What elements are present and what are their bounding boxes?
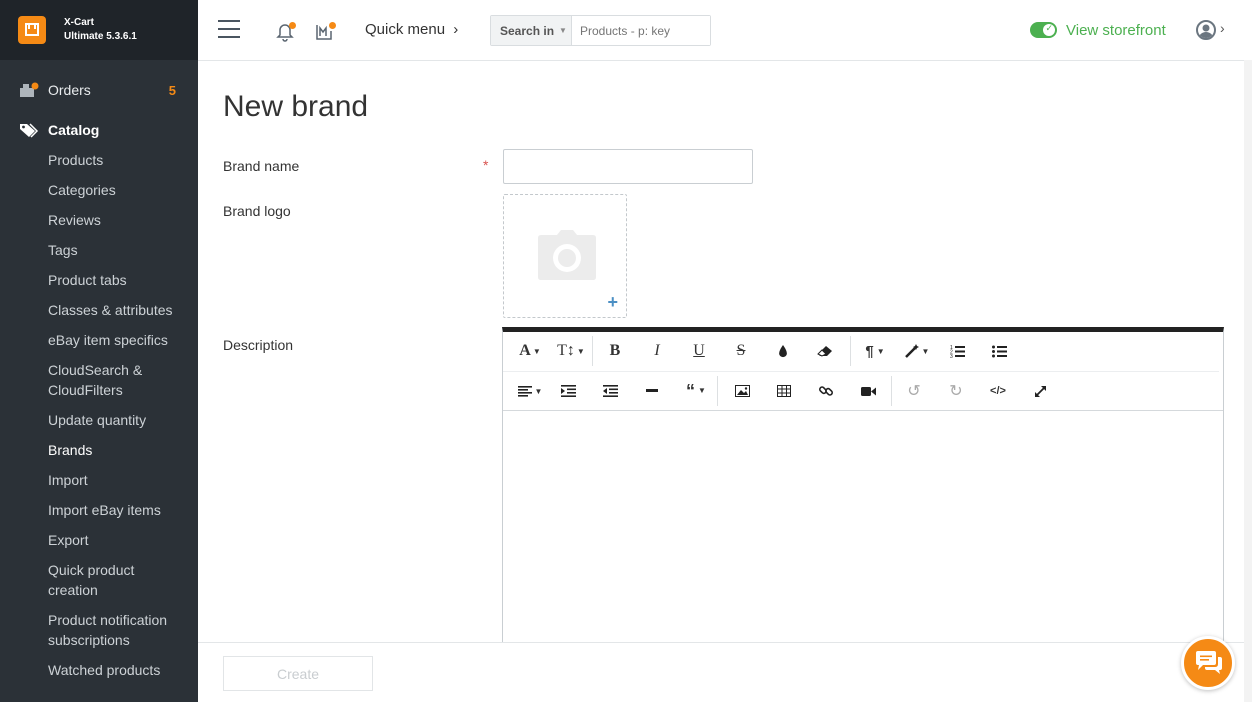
sidebar-item-brands[interactable]: Brands <box>48 440 188 460</box>
notification-bell-icon[interactable] <box>274 20 296 42</box>
sidebar-item-export[interactable]: Export <box>48 530 188 550</box>
sidebar-item-cloudsearch[interactable]: CloudSearch & CloudFilters <box>48 360 158 400</box>
quick-menu-label: Quick menu <box>365 21 446 38</box>
horizontal-rule-icon[interactable] <box>637 378 667 404</box>
eraser-icon[interactable] <box>810 338 840 364</box>
underline-icon[interactable]: U <box>684 338 714 364</box>
description-editor-area[interactable] <box>503 411 1223 641</box>
redo-icon[interactable]: ↻ <box>941 378 971 404</box>
store-updates-icon[interactable] <box>314 20 336 42</box>
xcart-logo-icon[interactable] <box>18 16 46 44</box>
insert-video-icon[interactable] <box>853 378 883 404</box>
app-version-number: Ultimate 5.3.6.1 <box>64 31 137 42</box>
top-header: Quick menu › Search in ▼ ✓ View storefro… <box>198 0 1252 61</box>
create-button[interactable]: Create <box>223 656 373 691</box>
app-name: X-Cart <box>64 17 95 28</box>
sidebar-item-products[interactable]: Products <box>48 150 188 170</box>
insert-link-icon[interactable] <box>811 378 841 404</box>
sidebar-item-import-ebay-items[interactable]: Import eBay items <box>48 500 188 520</box>
bold-icon[interactable]: B <box>600 338 630 364</box>
orders-count-badge: 5 <box>168 82 176 98</box>
font-size-icon[interactable]: T↕ ▼ <box>553 338 589 364</box>
user-avatar-icon[interactable] <box>1196 20 1216 40</box>
brand-logo-label: Brand logo <box>223 203 291 219</box>
description-editor: A ▼ T↕ ▼ B I U S ¶ ▼ ▼ 123 ▼ “▼ ↺ ↻ </> <box>502 327 1224 647</box>
insert-image-icon[interactable] <box>727 378 757 404</box>
paragraph-icon[interactable]: ¶ ▼ <box>858 338 892 364</box>
sidebar-item-classes-attributes[interactable]: Classes & attributes <box>48 300 188 320</box>
quick-menu-button[interactable]: Quick menu › <box>365 21 458 38</box>
svg-text:3: 3 <box>950 354 953 358</box>
sidebar-item-reviews[interactable]: Reviews <box>48 210 188 230</box>
live-chat-button[interactable] <box>1181 636 1235 690</box>
page-title: New brand <box>223 90 369 123</box>
fullscreen-icon[interactable] <box>1025 378 1055 404</box>
insert-table-icon[interactable] <box>769 378 799 404</box>
indent-icon[interactable] <box>553 378 583 404</box>
search-in-label: Search in <box>500 23 555 38</box>
hamburger-menu-icon[interactable] <box>218 20 240 38</box>
footer-bar: Create <box>198 642 1244 702</box>
chevron-right-icon: › <box>453 21 459 38</box>
camera-icon <box>538 230 596 280</box>
sidebar-item-categories[interactable]: Categories <box>48 180 188 200</box>
app-version: X-Cart Ultimate 5.3.6.1 <box>64 16 137 44</box>
editor-toolbar: A ▼ T↕ ▼ B I U S ¶ ▼ ▼ 123 ▼ “▼ ↺ ↻ </> <box>503 332 1223 411</box>
quote-icon[interactable]: “▼ <box>679 378 713 404</box>
brand-name-label: Brand name <box>223 158 300 174</box>
description-label: Description <box>223 337 294 353</box>
brand-logo-upload[interactable]: + <box>503 194 627 318</box>
page-scrollbar[interactable] <box>1244 60 1252 702</box>
strikethrough-icon[interactable]: S <box>726 338 756 364</box>
search-input[interactable] <box>572 16 710 45</box>
sidebar-item-import[interactable]: Import <box>48 470 188 490</box>
text-color-icon[interactable] <box>768 338 798 364</box>
code-view-icon[interactable]: </> <box>983 378 1013 404</box>
italic-icon[interactable]: I <box>642 338 672 364</box>
sidebar-item-quick-product-creation[interactable]: Quick product creation <box>48 560 148 600</box>
font-family-icon[interactable]: A ▼ <box>513 338 547 364</box>
sidebar-item-tags[interactable]: Tags <box>48 240 188 260</box>
sidebar: X-Cart Ultimate 5.3.6.1 Orders 5 Catalog… <box>0 0 198 702</box>
sidebar-item-product-tabs[interactable]: Product tabs <box>48 270 188 290</box>
view-storefront-link[interactable]: View storefront <box>1066 22 1166 39</box>
check-icon: ✓ <box>1045 23 1053 33</box>
tags-icon <box>18 120 40 140</box>
required-indicator: * <box>483 157 489 173</box>
sidebar-item-product-notification-subscriptions[interactable]: Product notification subscriptions <box>48 610 178 650</box>
sidebar-item-catalog[interactable]: Catalog <box>0 116 198 144</box>
chevron-right-icon[interactable]: › <box>1220 20 1225 36</box>
brand-header: X-Cart Ultimate 5.3.6.1 <box>0 0 198 60</box>
search-in-dropdown[interactable]: Search in ▼ <box>491 16 572 45</box>
sidebar-item-label: Catalog <box>48 122 100 138</box>
search-box: Search in ▼ <box>490 15 711 46</box>
sidebar-item-ebay-item-specifics[interactable]: eBay item specifics <box>48 330 188 350</box>
add-logo-icon[interactable]: + <box>607 292 618 313</box>
caret-down-icon: ▼ <box>559 26 567 35</box>
sidebar-item-watched-products[interactable]: Watched products <box>48 660 188 680</box>
storefront-toggle[interactable]: ✓ <box>1030 22 1057 38</box>
brand-name-input[interactable] <box>503 149 753 184</box>
unordered-list-icon[interactable] <box>984 338 1014 364</box>
align-icon[interactable]: ▼ <box>513 378 547 404</box>
undo-icon[interactable]: ↺ <box>899 378 929 404</box>
sidebar-item-label: Orders <box>48 82 91 98</box>
outdent-icon[interactable] <box>595 378 625 404</box>
ordered-list-icon[interactable]: 123 <box>942 338 972 364</box>
sidebar-item-orders[interactable]: Orders 5 <box>0 76 198 104</box>
orders-icon <box>18 80 40 100</box>
magic-wand-icon[interactable]: ▼ <box>900 338 934 364</box>
chat-bubble-icon <box>1196 651 1222 674</box>
sidebar-item-update-quantity[interactable]: Update quantity <box>48 410 188 430</box>
